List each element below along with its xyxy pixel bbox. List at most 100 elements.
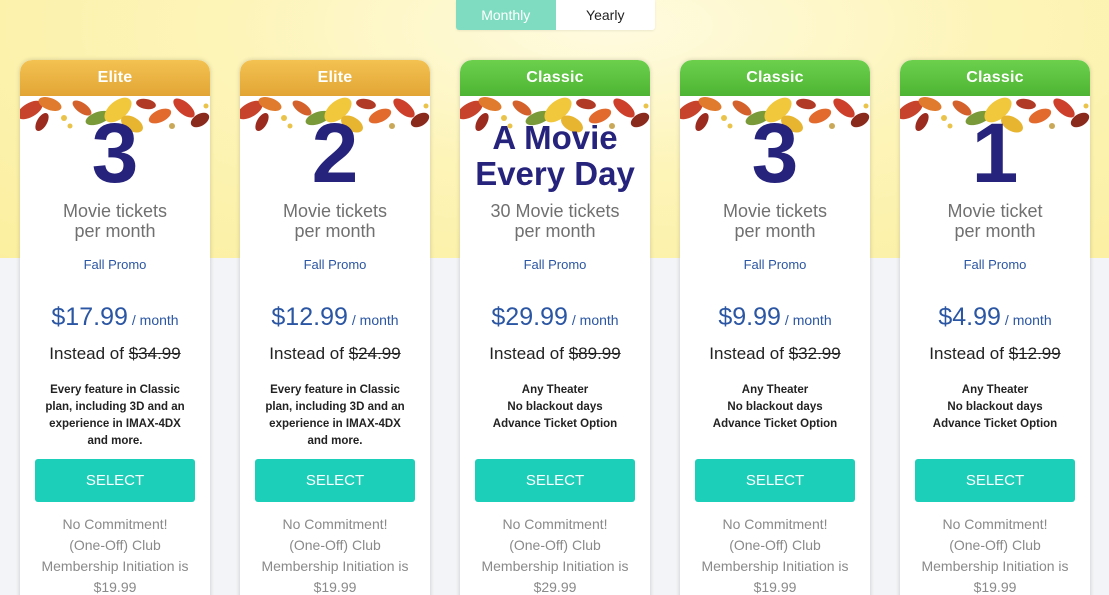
plan-tier-header: Elite [240,60,430,96]
feature-line: plan, including 3D and an [265,401,405,413]
note-line: (One-Off) Club [729,537,821,553]
plan-features: Every feature in Classic plan, including… [260,382,410,450]
promo-label: Fall Promo [963,257,1027,272]
subtitle-line: Movie tickets [282,201,388,221]
plan-features: Every feature in Classic plan, including… [40,382,190,450]
feature-line: No blackout days [727,401,823,413]
feature-line: Any Theater [521,384,589,396]
note-line: $19.99 [973,579,1017,595]
plan-tier-header: Classic [460,60,650,96]
original-price: $34.99 [128,344,181,363]
plan-card-classic-daily: Classic A Movie Every Day 30 Movie ticke… [460,60,650,595]
plan-headline: A Movie Every Day [460,120,650,192]
commitment-note: No Commitment! (One-Off) Club Membership… [460,514,650,595]
note-line: Membership Initiation is [701,558,849,574]
instead-label: Instead of [709,344,784,363]
subtitle-line: per month [514,221,596,241]
plan-subtitle: Movie tickets per month [20,201,210,241]
subtitle-line: per month [954,221,1036,241]
billing-toggle[interactable]: Monthly Yearly [456,0,655,30]
note-line: No Commitment! [502,516,608,532]
commitment-note: No Commitment! (One-Off) Club Membership… [20,514,210,595]
instead-label: Instead of [49,344,124,363]
note-line: No Commitment! [282,516,388,532]
plan-tier-header: Classic [680,60,870,96]
original-price: $24.99 [348,344,401,363]
headline-line: Every Day [475,155,635,192]
price-period: / month [784,312,832,328]
subtitle-line: Movie tickets [62,201,168,221]
feature-line: No blackout days [507,401,603,413]
original-price-row: Instead of $24.99 [240,344,430,364]
price-period: / month [1004,312,1052,328]
note-line: $29.99 [533,579,577,595]
original-price-row: Instead of $34.99 [20,344,210,364]
feature-line: Every feature in Classic [270,384,400,396]
promo-label: Fall Promo [303,257,367,272]
plan-price: $12.99 [271,303,348,331]
plan-headline: 3 [751,106,799,200]
plan-price: $4.99 [938,303,1001,331]
price-row: $12.99/ month [240,303,430,332]
plan-price: $9.99 [718,303,781,331]
note-line: Membership Initiation is [41,558,189,574]
feature-line: Any Theater [961,384,1029,396]
original-price-row: Instead of $89.99 [460,344,650,364]
subtitle-line: 30 Movie tickets [490,201,620,221]
plan-subtitle: Movie tickets per month [240,201,430,241]
plan-features: Any Theater No blackout days Advance Tic… [920,382,1070,433]
subtitle-line: Movie tickets [722,201,828,221]
select-button[interactable]: SELECT [475,459,635,502]
plan-features: Any Theater No blackout days Advance Tic… [700,382,850,433]
feature-line: Advance Ticket Option [712,418,838,430]
plan-headline: 2 [311,106,359,200]
select-button[interactable]: SELECT [915,459,1075,502]
note-line: $19.99 [93,579,137,595]
note-line: No Commitment! [62,516,168,532]
note-line: No Commitment! [722,516,828,532]
original-price-row: Instead of $12.99 [900,344,1090,364]
note-line: Membership Initiation is [921,558,1069,574]
plan-features: Any Theater No blackout days Advance Tic… [480,382,630,433]
promo-label: Fall Promo [523,257,587,272]
commitment-note: No Commitment! (One-Off) Club Membership… [900,514,1090,595]
note-line: Membership Initiation is [481,558,629,574]
plan-card-elite-2: Elite 2 Movie tickets per month Fall Pro… [240,60,430,595]
select-button[interactable]: SELECT [35,459,195,502]
plan-card-classic-3: Classic 3 Movie tickets per month Fall P… [680,60,870,595]
price-row: $29.99/ month [460,303,650,332]
plan-card-elite-3: Elite 3 Movie tickets per month Fall Pro… [20,60,210,595]
plan-headline: 1 [971,106,1019,200]
note-line: (One-Off) Club [69,537,161,553]
headline-line: A Movie [492,119,618,156]
select-button[interactable]: SELECT [695,459,855,502]
feature-line: experience in IMAX-4DX [49,418,181,430]
note-line: No Commitment! [942,516,1048,532]
plan-tier-header: Elite [20,60,210,96]
price-period: / month [571,312,619,328]
price-row: $17.99/ month [20,303,210,332]
select-button[interactable]: SELECT [255,459,415,502]
promo-label: Fall Promo [83,257,147,272]
feature-line: Any Theater [741,384,809,396]
note-line: (One-Off) Club [949,537,1041,553]
plan-headline: 3 [91,106,139,200]
subtitle-line: per month [74,221,156,241]
plan-subtitle: 30 Movie tickets per month [460,201,650,241]
feature-line: Every feature in Classic [50,384,180,396]
price-row: $9.99/ month [680,303,870,332]
note-line: Membership Initiation is [261,558,409,574]
subtitle-line: per month [734,221,816,241]
plan-subtitle: Movie ticket per month [900,201,1090,241]
instead-label: Instead of [929,344,1004,363]
plan-tier-header: Classic [900,60,1090,96]
plan-price: $29.99 [491,303,568,331]
toggle-monthly[interactable]: Monthly [456,0,556,30]
feature-line: plan, including 3D and an [45,401,185,413]
note-line: $19.99 [753,579,797,595]
original-price-row: Instead of $32.99 [680,344,870,364]
feature-line: Advance Ticket Option [492,418,618,430]
toggle-yearly[interactable]: Yearly [555,0,655,30]
original-price: $32.99 [788,344,841,363]
plan-subtitle: Movie tickets per month [680,201,870,241]
